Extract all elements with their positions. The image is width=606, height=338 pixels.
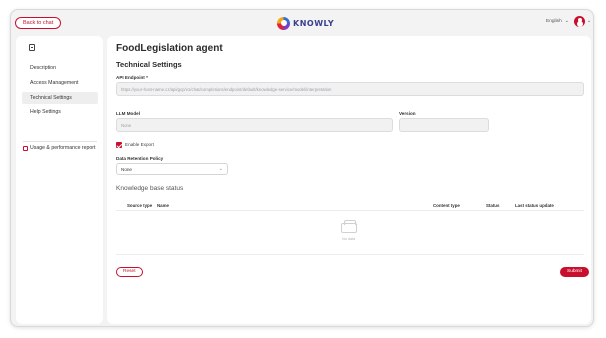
language-selector[interactable]: English ⌄	[546, 19, 569, 24]
llm-model-label: LLM Model	[116, 111, 140, 116]
chevron-down-icon: ⌄	[564, 19, 569, 24]
version-label: Version	[399, 111, 416, 116]
section-title: Technical Settings	[116, 60, 182, 69]
column-header-source-type: Source type	[127, 203, 153, 208]
column-header-last-status-update: Last status update	[515, 203, 554, 208]
data-retention-label: Data Retention Policy	[116, 156, 164, 161]
knowledge-base-table: No data	[116, 210, 584, 255]
sidebar-divider	[23, 141, 97, 142]
api-endpoint-label: API Endpoint *	[116, 75, 148, 80]
back-to-chat-button[interactable]: Back to chat	[15, 17, 62, 29]
logo-icon	[277, 16, 290, 30]
reset-button[interactable]: Reset	[116, 267, 143, 277]
sidebar: Description Access Management Technical …	[16, 36, 103, 324]
api-endpoint-input[interactable]: https://your-host-name.cz/api/gcp/v1/cha…	[116, 82, 584, 96]
enable-export-label: Enable Export	[125, 142, 154, 147]
empty-inbox-icon	[341, 220, 357, 233]
page-title: FoodLegislation agent	[116, 43, 223, 54]
sidebar-item-usage-report[interactable]: Usage & performance report	[23, 145, 95, 151]
enable-export-checkbox[interactable]	[116, 142, 122, 148]
document-icon	[29, 44, 35, 51]
data-retention-select[interactable]: None ⌄	[116, 163, 228, 175]
column-header-status: Status	[486, 203, 500, 208]
main-panel: FoodLegislation agent Technical Settings…	[107, 36, 591, 324]
sidebar-item-technical-settings[interactable]: Technical Settings	[22, 92, 98, 104]
logo-text: KNOWLY	[293, 18, 335, 28]
app-window: Back to chat KNOWLY English ⌄ ⌄ Descript…	[10, 9, 594, 327]
version-input[interactable]	[399, 118, 489, 132]
data-retention-value: None	[121, 166, 132, 172]
column-header-name: Name	[157, 203, 169, 208]
empty-state-text: No data	[342, 237, 356, 241]
edit-icon	[23, 145, 28, 151]
avatar[interactable]	[574, 16, 585, 27]
language-label: English	[546, 19, 562, 24]
llm-model-input[interactable]: None	[116, 118, 393, 132]
chevron-down-icon: ⌄	[218, 166, 223, 172]
submit-button[interactable]: Submit	[560, 267, 589, 277]
avatar-chevron-down-icon[interactable]: ⌄	[587, 18, 591, 24]
knowledge-base-status-title: Knowledge base status	[116, 185, 184, 192]
knowly-logo: KNOWLY	[277, 15, 334, 31]
sidebar-item-access-management[interactable]: Access Management	[22, 77, 98, 89]
sidebar-item-help-settings[interactable]: Help Settings	[22, 106, 98, 118]
column-header-content-type: Content type	[433, 203, 460, 208]
sidebar-item-description[interactable]: Description	[22, 62, 98, 74]
sidebar-item-label: Usage & performance report	[30, 145, 96, 151]
